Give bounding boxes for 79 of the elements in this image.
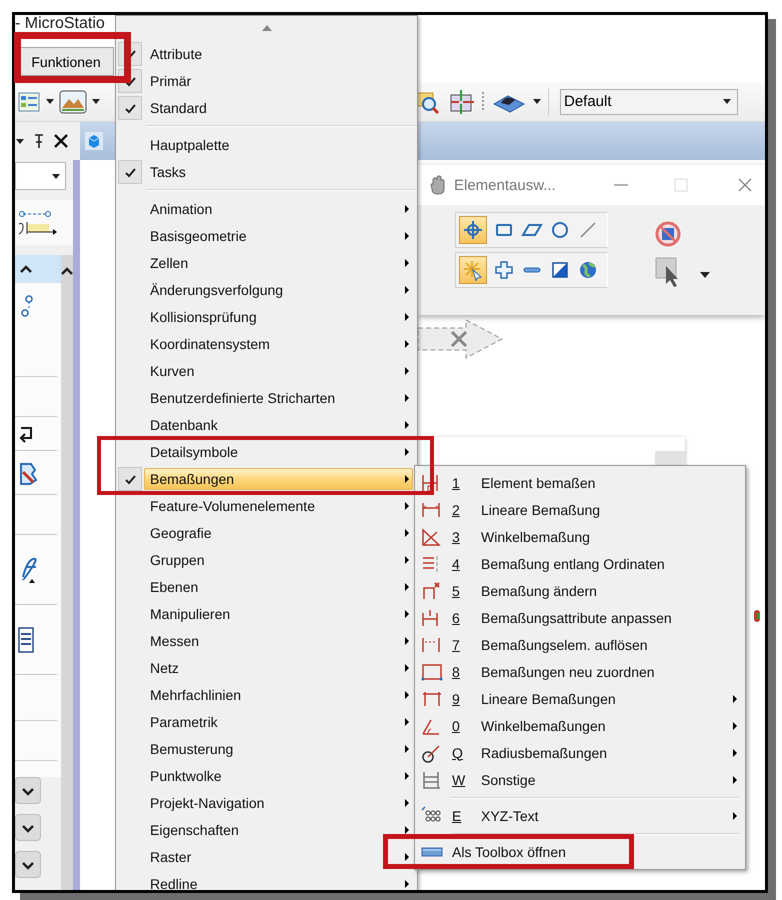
circle-icon[interactable] (549, 219, 571, 241)
menu-item[interactable]: Als Toolbox öffnen (447, 840, 570, 862)
grip-icon[interactable] (481, 90, 485, 112)
menu-item[interactable]: Mehrfachlinien (144, 684, 413, 706)
no-entry-icon[interactable] (654, 220, 682, 248)
minimize-icon[interactable] (614, 183, 628, 187)
menu-item[interactable]: Koordinatensystem (144, 332, 413, 354)
menu-item[interactable]: Primär (144, 70, 413, 92)
menu-item[interactable]: 8 Bemaßungen neu zuordnen (447, 660, 659, 682)
sparkle-icon[interactable] (459, 256, 487, 284)
menu-item[interactable]: Attribute (144, 42, 413, 64)
menu-item[interactable]: W Sonstige (447, 768, 741, 790)
menu-item[interactable]: Feature-Volumenelemente (144, 494, 413, 516)
cube-icon[interactable] (85, 132, 103, 150)
menu-item[interactable]: Standard (144, 96, 413, 118)
menu-item[interactable]: 4 Bemaßung entlang Ordinaten (447, 552, 669, 574)
caret-icon[interactable] (533, 99, 541, 104)
crosshair-icon[interactable] (459, 216, 487, 244)
menu-item[interactable]: Kollisionsprüfung (144, 306, 413, 328)
menu-item[interactable]: Projekt-Navigation (144, 792, 413, 814)
menu-item[interactable]: Eigenschaften (144, 818, 413, 840)
plus-icon[interactable] (493, 259, 515, 281)
menu-item[interactable]: Geografie (144, 522, 413, 544)
menu-item[interactable]: 2 Lineare Bemaßung (447, 498, 604, 520)
expand-button[interactable] (15, 851, 41, 878)
menu-item[interactable]: Manipulieren (144, 602, 413, 624)
menu-item[interactable]: 1 Element bemaßen (447, 472, 600, 494)
dimension-icon[interactable] (17, 210, 57, 236)
menu-item[interactable]: 0 Winkelbemaßungen (447, 714, 741, 736)
menu-item[interactable]: Parametrik (144, 710, 413, 732)
menu-item[interactable]: 9 Lineare Bemaßungen (447, 688, 741, 710)
caret-icon[interactable] (52, 174, 60, 178)
menu-item[interactable]: Q Radiusbemaßungen (447, 742, 741, 764)
chevron-up-icon[interactable] (19, 263, 33, 275)
menu-item[interactable]: Bemaßungen (144, 468, 413, 490)
chevron-up-icon[interactable] (60, 265, 74, 277)
menu-item[interactable]: Messen (144, 630, 413, 652)
menu-item[interactable]: 5 Bemaßung ändern (447, 580, 601, 602)
caret-icon[interactable] (723, 99, 731, 104)
menu-item[interactable]: Gruppen (144, 548, 413, 570)
menu-item[interactable]: Punktwolke (144, 764, 413, 786)
menu-item[interactable]: Kurven (144, 360, 413, 382)
angle-dimension-icon (420, 526, 444, 548)
scroll-up-icon[interactable] (262, 25, 272, 31)
menu-item[interactable]: Ebenen (144, 576, 413, 598)
expand-button[interactable] (15, 777, 41, 804)
list-icon[interactable] (17, 90, 41, 114)
menu-item[interactable]: 7 Bemaßungselem. auflösen (447, 634, 652, 656)
close-icon[interactable] (54, 134, 68, 148)
window-title: Elementausw... (454, 176, 557, 194)
menu-item[interactable]: Zellen (144, 252, 413, 274)
caret-icon[interactable] (16, 138, 24, 144)
menu-item[interactable]: Netz (144, 656, 413, 678)
menu-item[interactable]: 6 Bemaßungsattribute anpassen (447, 606, 676, 628)
menu-item[interactable]: Bemusterung (144, 738, 413, 760)
view-dropdown[interactable]: Default (560, 88, 738, 114)
menu-item[interactable]: 3 Winkelbemaßung (447, 526, 594, 548)
menu-item[interactable]: Detailsymbole (144, 440, 413, 462)
hand-icon[interactable] (430, 175, 446, 195)
menu-item[interactable]: Basisgeometrie (144, 224, 413, 246)
menu-item[interactable]: Tasks (144, 160, 413, 182)
menu-item[interactable]: Animation (144, 198, 413, 220)
caret-icon[interactable] (700, 272, 710, 278)
scrollbar[interactable] (61, 255, 73, 890)
crosshair-icon[interactable] (448, 88, 474, 114)
caret-icon[interactable] (92, 99, 100, 104)
menu-button[interactable]: Funktionen (18, 47, 114, 76)
menu-item[interactable]: E XYZ-Text (447, 804, 741, 826)
globe-icon[interactable] (577, 259, 599, 281)
menu-item[interactable]: Änderungsverfolgung (144, 278, 413, 300)
landscape-icon[interactable] (59, 90, 87, 114)
menu-item[interactable]: Raster (144, 846, 413, 868)
pin-icon[interactable] (33, 133, 45, 149)
menu-item[interactable]: Redline (144, 872, 413, 890)
caret-icon[interactable] (46, 99, 54, 104)
window-title: - MicroStatio (15, 15, 105, 34)
menu-item[interactable]: Benutzerdefinierte Stricharten (144, 386, 413, 408)
menu-item[interactable]: Datenbank (144, 414, 413, 436)
expand-button[interactable] (15, 814, 41, 841)
